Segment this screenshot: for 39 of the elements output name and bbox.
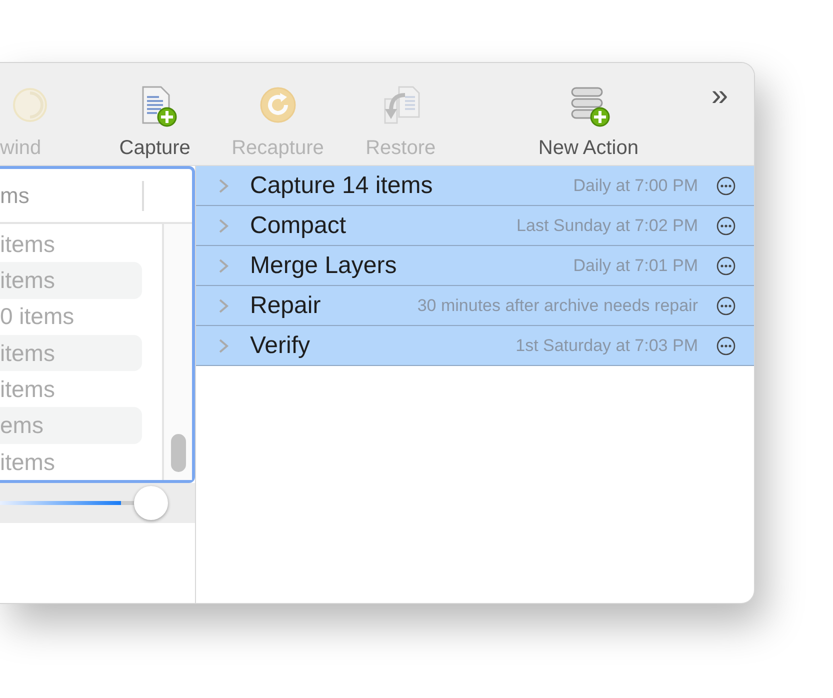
list-item[interactable]: 0 items: [0, 298, 142, 335]
chevron-right-icon[interactable]: [218, 218, 230, 234]
action-row[interactable]: Repair 30 minutes after archive needs repair: [196, 286, 754, 326]
chevron-right-icon[interactable]: [218, 298, 230, 314]
list-item[interactable]: items: [0, 334, 142, 372]
action-schedule: 1st Saturday at 7:03 PM: [516, 334, 698, 357]
action-name: Capture 14 items: [250, 170, 433, 200]
column-header[interactable]: ms: [0, 179, 30, 212]
toolbar-button[interactable]: New Action: [466, 63, 712, 163]
more-icon[interactable]: [716, 296, 736, 316]
action-schedule: Daily at 7:00 PM: [573, 174, 698, 197]
scroll-thumb[interactable]: [171, 434, 186, 472]
action-schedule: Daily at 7:01 PM: [573, 254, 698, 277]
more-icon[interactable]: [716, 336, 736, 356]
chevron-right-icon[interactable]: [218, 258, 230, 274]
chevron-right-icon[interactable]: [218, 338, 230, 354]
list-item[interactable]: ems: [0, 407, 142, 444]
overflow-button[interactable]: »: [711, 81, 728, 111]
action-name: Verify: [250, 330, 310, 360]
action-name: Merge Layers: [250, 250, 397, 280]
action-schedule: Last Sunday at 7:02 PM: [516, 214, 698, 237]
more-icon[interactable]: [716, 216, 736, 236]
more-icon[interactable]: [716, 176, 736, 196]
action-row[interactable]: Merge Layers Daily at 7:01 PM: [196, 246, 754, 286]
list-item[interactable]: items: [0, 371, 142, 408]
action-schedule: 30 minutes after archive needs repair: [417, 294, 698, 317]
list-item[interactable]: items: [0, 262, 142, 299]
toolbar-button[interactable]: Capture: [90, 63, 220, 163]
more-icon[interactable]: [716, 256, 736, 276]
action-row[interactable]: Verify 1st Saturday at 7:03 PM: [196, 326, 754, 366]
slider-thumb[interactable]: [134, 486, 168, 520]
action-name: Compact: [250, 210, 346, 240]
action-name: Repair: [250, 290, 321, 320]
list-item[interactable]: items: [0, 226, 142, 262]
action-row[interactable]: Compact Last Sunday at 7:02 PM: [196, 206, 754, 246]
action-row[interactable]: Capture 14 items Daily at 7:00 PM: [196, 166, 754, 206]
chevron-right-icon[interactable]: [218, 178, 230, 194]
list-item[interactable]: items: [0, 444, 142, 480]
scrollbar[interactable]: [162, 224, 192, 480]
